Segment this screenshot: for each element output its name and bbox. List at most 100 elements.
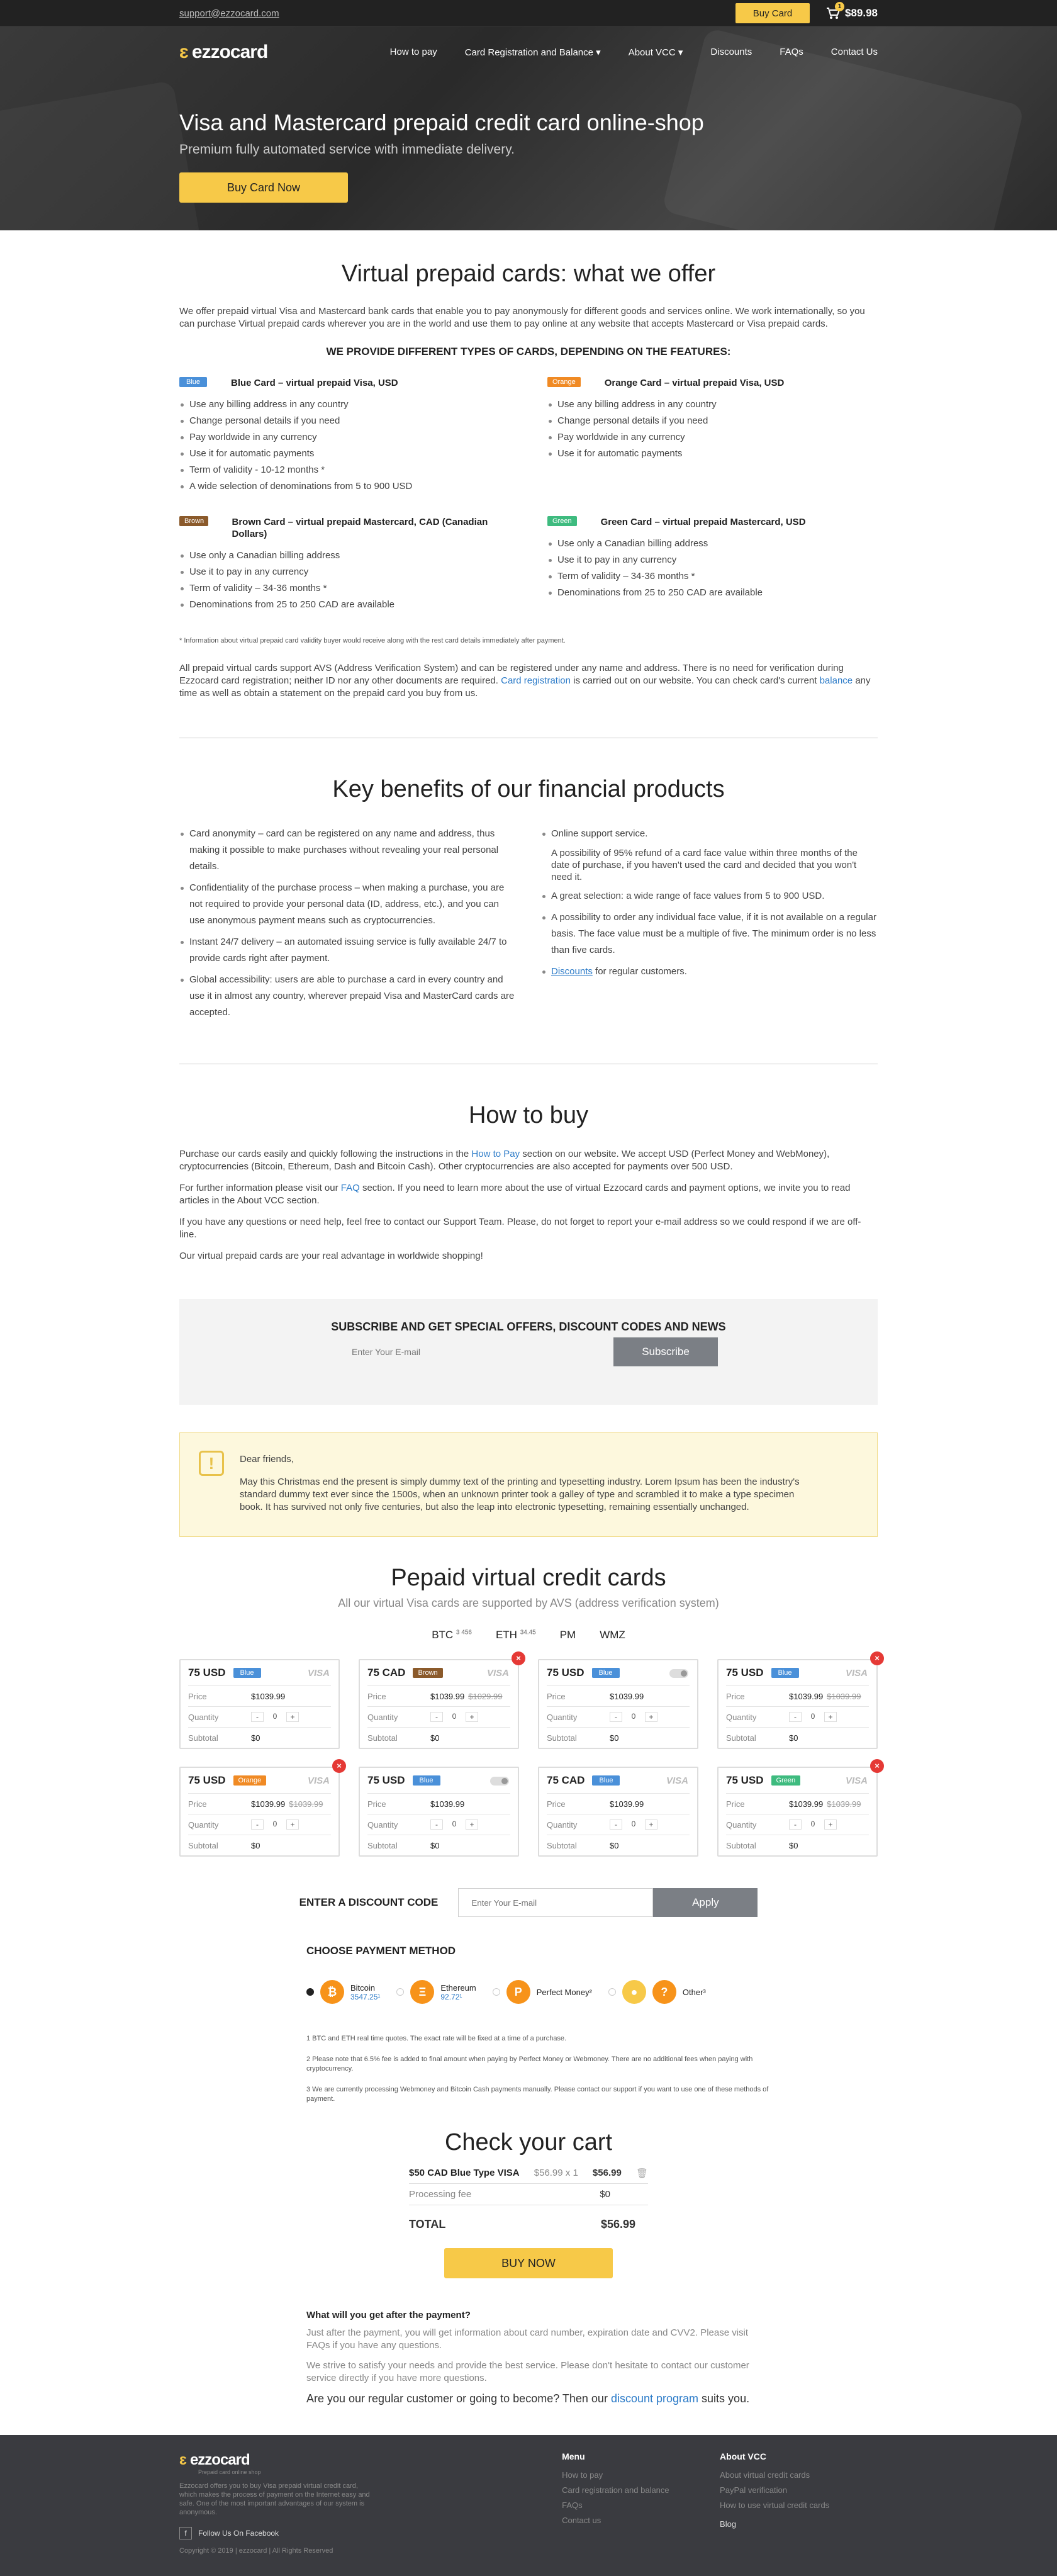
minus-button[interactable]: - — [789, 1820, 802, 1830]
payment-method[interactable]: P Perfect Money² — [492, 1980, 592, 2004]
list-item: Use any billing address in any country — [547, 397, 878, 413]
nav-link[interactable]: Contact Us — [831, 47, 878, 58]
quantity-value[interactable]: 0 — [627, 1820, 640, 1830]
quantity-value[interactable]: 0 — [269, 1712, 281, 1722]
plus-button[interactable]: + — [466, 1820, 478, 1830]
card-features: Use only a Canadian billing address Use i… — [179, 548, 510, 613]
apply-button[interactable]: Apply — [653, 1888, 758, 1917]
quantity-stepper[interactable]: -0 + — [430, 1820, 478, 1830]
quantity-stepper[interactable]: -0 + — [610, 1712, 657, 1722]
support-email-link[interactable]: support@ezzocard.com — [179, 8, 279, 19]
cart-item-row: $50 CAD Blue Type VISA $56.99 x 1 $56.99… — [409, 2163, 648, 2184]
currency-option[interactable]: BTC 3 456 — [432, 1629, 472, 1641]
quantity-value[interactable]: 0 — [627, 1712, 640, 1722]
plus-button[interactable]: + — [286, 1820, 299, 1830]
quantity-value[interactable]: 0 — [448, 1712, 461, 1722]
minus-button[interactable]: - — [789, 1712, 802, 1722]
payment-name: Other³ — [682, 1987, 706, 1997]
payment-radio[interactable] — [608, 1988, 616, 1996]
buy-card-now-button[interactable]: Buy Card Now — [179, 172, 348, 203]
buy-now-button[interactable]: BUY NOW — [444, 2248, 613, 2278]
how-to-buy-title: How to buy — [468, 1102, 589, 1128]
currency-option[interactable]: WMZ — [600, 1629, 625, 1641]
quantity-value[interactable]: 0 — [448, 1820, 461, 1830]
plus-button[interactable]: + — [286, 1712, 299, 1722]
plus-button[interactable]: + — [466, 1712, 478, 1722]
discount-program-link[interactable]: discount program — [611, 2392, 698, 2405]
quantity-stepper[interactable]: -0 + — [430, 1712, 478, 1722]
product-card: 75 USD Green VISA × Price $1039.99 $1039.99 Qua… — [717, 1759, 884, 1857]
nav-link[interactable]: Discounts — [710, 47, 752, 58]
nav-link[interactable]: How to pay — [390, 47, 437, 58]
subscribe-button[interactable]: Subscribe — [613, 1337, 718, 1366]
list-item: Card anonymity – card can be registered … — [179, 826, 516, 875]
currency-option[interactable]: ETH 34.45 — [496, 1629, 536, 1641]
nav-link[interactable]: FAQs — [780, 47, 803, 58]
fee-label: Processing fee — [409, 2189, 472, 2200]
unavailable-icon: × — [512, 1651, 525, 1665]
trash-icon[interactable]: 🗑 — [636, 2168, 648, 2179]
payment-radio[interactable] — [306, 1988, 314, 1996]
plus-button[interactable]: + — [645, 1712, 657, 1722]
payment-radio[interactable] — [396, 1988, 405, 1996]
nav-link[interactable]: About VCC ▾ — [629, 47, 683, 58]
top-buy-card-button[interactable]: Buy Card — [735, 3, 810, 23]
footer-menu-link[interactable]: FAQs — [562, 2498, 720, 2513]
balance-link[interactable]: balance — [820, 675, 853, 686]
quantity-value[interactable]: 0 — [269, 1820, 281, 1830]
faq-link[interactable]: FAQ — [341, 1183, 360, 1193]
list-item: A possibility to order any individual fa… — [541, 909, 878, 959]
footer-menu-link[interactable]: Card registration and balance — [562, 2483, 720, 2498]
footer-menu-link[interactable]: Contact us — [562, 2513, 720, 2528]
quantity-stepper[interactable]: -0 + — [610, 1820, 657, 1830]
card-tag: Blue — [771, 1668, 799, 1678]
card-toggle[interactable] — [669, 1669, 688, 1678]
notice-greeting: Dear friends, — [240, 1454, 294, 1465]
minus-button[interactable]: - — [251, 1820, 264, 1830]
price-value: $1039.99 — [610, 1691, 644, 1701]
card-registration-link[interactable]: Card registration — [501, 675, 571, 686]
nav-link[interactable]: Card Registration and Balance ▾ — [465, 47, 601, 58]
product-card: 75 CAD Blue VISA Price $1039.99 Quantity -0 + Su… — [538, 1767, 698, 1857]
subtotal-row: Subtotal $0 — [547, 1835, 690, 1855]
plus-button[interactable]: + — [824, 1820, 837, 1830]
quantity-stepper[interactable]: -0 + — [251, 1820, 299, 1830]
quantity-row: Quantity -0 + — [188, 1814, 331, 1835]
plus-button[interactable]: + — [645, 1820, 657, 1830]
quantity-stepper[interactable]: -0 + — [789, 1712, 837, 1722]
card-toggle[interactable] — [490, 1777, 509, 1786]
quantity-stepper[interactable]: -0 + — [251, 1712, 299, 1722]
quantity-stepper[interactable]: -0 + — [789, 1820, 837, 1830]
card-tag: Blue — [179, 377, 207, 387]
subscribe-email-input[interactable] — [339, 1337, 613, 1366]
minus-button[interactable]: - — [610, 1820, 622, 1830]
discounts-link[interactable]: Discounts — [551, 966, 593, 977]
payment-method[interactable]: ₿ Bitcoin 3547.25¹ — [306, 1980, 380, 2004]
footer-about-link[interactable]: PayPal verification — [720, 2483, 878, 2498]
minus-button[interactable]: - — [430, 1712, 443, 1722]
minus-button[interactable]: - — [610, 1712, 622, 1722]
footer-about-link[interactable]: How to use virtual credit cards — [720, 2498, 878, 2513]
footer-menu-link[interactable]: How to pay — [562, 2468, 720, 2483]
plus-button[interactable]: + — [824, 1712, 837, 1722]
payment-method-label: Other³ — [683, 1988, 706, 1997]
payment-radio[interactable] — [492, 1988, 500, 1996]
payment-method[interactable]: ●? Other³ — [608, 1980, 706, 2004]
list-item: Confidentiality of the purchase process … — [179, 880, 516, 929]
minus-button[interactable]: - — [430, 1820, 443, 1830]
currency-option[interactable]: PM — [560, 1629, 576, 1641]
footer-about: About virtual credit cards PayPal verific… — [720, 2468, 878, 2513]
footer-about-link[interactable]: About virtual credit cards — [720, 2468, 878, 2483]
payment-method[interactable]: Ξ Ethereum 92.72¹ — [396, 1980, 476, 2004]
footer-blog-link[interactable]: Blog — [720, 2517, 878, 2532]
cart-widget[interactable]: 1 $89.98 — [826, 2, 878, 20]
quantity-value[interactable]: 0 — [807, 1712, 819, 1722]
how-to-pay-link[interactable]: How to Pay — [471, 1149, 520, 1159]
quantity-value[interactable]: 0 — [807, 1820, 819, 1830]
footer-logo[interactable]: ɛ ezzocard — [179, 2451, 562, 2469]
logo[interactable]: ɛ ezzocard — [179, 42, 268, 63]
minus-button[interactable]: - — [251, 1712, 264, 1722]
discount-code-input[interactable] — [458, 1888, 654, 1917]
facebook-link[interactable]: f Follow Us On Facebook — [179, 2527, 562, 2539]
card-types: Blue Blue Card – virtual prepaid Visa, US… — [179, 377, 878, 613]
